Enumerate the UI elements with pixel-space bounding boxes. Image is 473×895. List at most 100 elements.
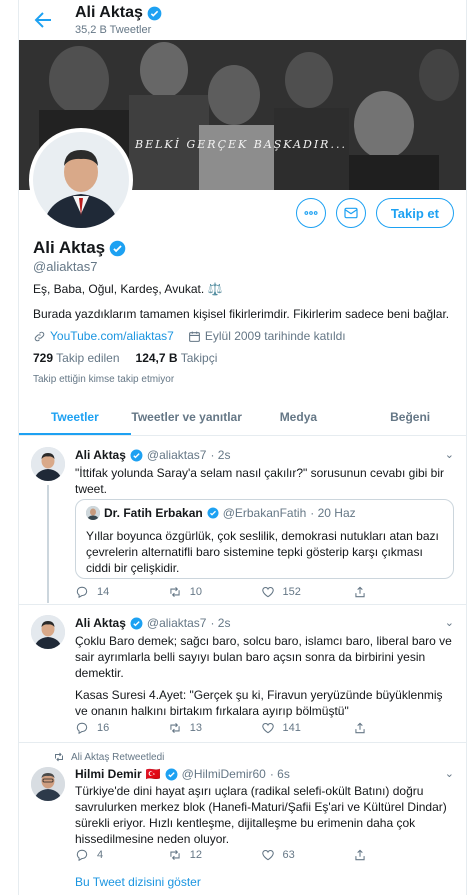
- tweet-author-handle[interactable]: @HilmiDemir60: [182, 767, 266, 781]
- reply-count: 14: [97, 586, 110, 598]
- retweet-count: 10: [189, 586, 202, 598]
- following-count[interactable]: 729 Takip edilen: [33, 351, 120, 365]
- tweet-avatar[interactable]: [31, 767, 65, 801]
- reply-button[interactable]: 14: [75, 585, 168, 599]
- retweet-button[interactable]: 13: [168, 721, 261, 735]
- reply-icon: [76, 586, 88, 599]
- reply-icon: [76, 849, 88, 862]
- tweet-actions: 16 13 141: [75, 721, 446, 735]
- tweet-header: Hilmi Demir 🇹🇷 @HilmiDemir60 · 6s: [75, 767, 290, 781]
- profile-handle: @aliaktas7: [33, 259, 98, 274]
- tweet-time[interactable]: · 2s: [210, 616, 230, 630]
- verified-badge-icon: [207, 507, 219, 519]
- heart-icon: [261, 723, 274, 734]
- verified-badge-icon: [147, 6, 162, 20]
- tab-tweets[interactable]: Tweetler: [19, 402, 131, 435]
- tweet-text: Türkiye'de dini hayat aşırı uçlara (radi…: [75, 784, 447, 846]
- profile-name-text: Ali Aktaş: [33, 238, 106, 257]
- like-button[interactable]: 63: [261, 848, 354, 862]
- tweet-time[interactable]: · 2s: [210, 448, 230, 462]
- tweet-time[interactable]: · 6s: [270, 767, 290, 781]
- profile-meta: YouTube.com/aliaktas7 Eylül 2009 tarihin…: [33, 329, 346, 343]
- tweet-author-name[interactable]: Hilmi Demir: [75, 767, 142, 781]
- profile-counts: 729 Takip edilen 124,7 B Takipçi: [33, 351, 217, 365]
- reply-count: 16: [97, 722, 110, 734]
- turkey-flag-icon: 🇹🇷: [145, 767, 161, 781]
- share-button[interactable]: [353, 721, 446, 735]
- tweet-avatar[interactable]: [31, 615, 65, 649]
- tweet[interactable]: Ali Aktaş @aliaktas7 · 2s ⌄ Çoklu Baro d…: [19, 605, 466, 743]
- profile-actions: Takip et: [295, 198, 454, 228]
- tab-likes[interactable]: Beğeni: [354, 402, 466, 435]
- tweet[interactable]: Ali Aktaş Retweetledi Hilmi Demir 🇹🇷 @Hi…: [19, 743, 466, 895]
- profile-joined: Eylül 2009 tarihinde katıldı: [188, 329, 346, 343]
- chevron-down-icon[interactable]: ⌄: [445, 616, 454, 629]
- retweet-icon: [55, 752, 63, 762]
- retweet-label-text[interactable]: Ali Aktaş Retweetledi: [71, 752, 164, 763]
- more-button[interactable]: [295, 198, 326, 228]
- share-button[interactable]: [353, 585, 446, 599]
- profile-website-link[interactable]: YouTube.com/aliaktas7: [50, 329, 174, 343]
- reply-button[interactable]: 16: [75, 721, 168, 735]
- more-dots-icon: [304, 211, 318, 215]
- followed-by-note: Takip ettiğin kimse takip etmiyor: [33, 374, 175, 385]
- like-count: 63: [282, 849, 295, 861]
- followers-number: 124,7 B: [135, 351, 178, 365]
- tweet-author-name[interactable]: Ali Aktaş: [75, 448, 126, 462]
- tab-tweets-and-replies[interactable]: Tweetler ve yanıtlar: [131, 402, 243, 435]
- like-count: 141: [282, 722, 301, 734]
- tweet-author-name[interactable]: Ali Aktaş: [75, 616, 126, 630]
- followers-count[interactable]: 124,7 B Takipçi: [136, 351, 218, 365]
- tweet-actions: 4 12 63: [75, 848, 446, 862]
- reply-button[interactable]: 4: [75, 848, 168, 862]
- tweet-header: Ali Aktaş @aliaktas7 · 2s: [75, 448, 230, 462]
- retweet-button[interactable]: 10: [168, 585, 261, 599]
- back-arrow-icon[interactable]: [31, 8, 55, 32]
- quoted-tweet-text: Yıllar boyunca özgürlük, çok seslilik, d…: [86, 529, 439, 575]
- quoted-tweet[interactable]: Dr. Fatih Erbakan @ErbakanFatih · 20 Haz…: [75, 499, 454, 579]
- avatar-photo: [33, 132, 129, 228]
- header-tweet-count: 35,2 B Tweetler: [75, 24, 152, 36]
- tweet-avatar-photo: [31, 615, 65, 649]
- verified-badge-icon: [109, 240, 126, 256]
- retweet-count: 13: [189, 722, 202, 734]
- share-button[interactable]: [353, 848, 446, 862]
- quoted-tweet-header: Dr. Fatih Erbakan @ErbakanFatih · 20 Haz: [86, 506, 356, 520]
- tweet-author-handle[interactable]: @aliaktas7: [147, 616, 207, 630]
- tweet-text: Çoklu Baro demek; sağcı baro, solcu baro…: [75, 634, 452, 680]
- tweet-avatar[interactable]: [31, 447, 65, 481]
- quoted-tweet-time: · 20 Haz: [310, 506, 356, 520]
- like-button[interactable]: 141: [261, 721, 354, 735]
- chevron-down-icon[interactable]: ⌄: [445, 767, 454, 780]
- header-name: Ali Aktaş: [75, 4, 162, 22]
- verified-badge-icon: [130, 449, 143, 461]
- profile-website[interactable]: YouTube.com/aliaktas7: [33, 329, 174, 343]
- link-icon: [34, 331, 45, 341]
- quoted-author-name: Dr. Fatih Erbakan: [104, 506, 203, 520]
- tweet-author-handle[interactable]: @aliaktas7: [147, 448, 207, 462]
- envelope-icon: [344, 207, 358, 219]
- profile-bio-line1: Eş, Baba, Oğul, Kardeş, Avukat. ⚖️: [33, 282, 223, 296]
- tab-media[interactable]: Medya: [243, 402, 355, 435]
- profile-tabs: Tweetler Tweetler ve yanıtlar Medya Beğe…: [19, 402, 466, 436]
- chevron-down-icon[interactable]: ⌄: [445, 448, 454, 461]
- following-label: Takip edilen: [56, 351, 120, 365]
- header-name-text: Ali Aktaş: [75, 4, 143, 21]
- retweet-icon: [170, 722, 180, 734]
- following-number: 729: [33, 351, 54, 365]
- heart-icon: [261, 587, 274, 598]
- tweet[interactable]: Ali Aktaş @aliaktas7 · 2s ⌄ "İttifak yol…: [19, 437, 466, 605]
- quoted-avatar: [86, 506, 100, 520]
- profile-avatar[interactable]: [29, 128, 133, 232]
- retweet-icon: [170, 849, 180, 861]
- profile-bio-line2: Burada yazdıklarım tamamen kişisel fikir…: [33, 307, 450, 321]
- follow-button[interactable]: Takip et: [375, 198, 454, 228]
- message-button[interactable]: [335, 198, 366, 228]
- like-button[interactable]: 152: [261, 585, 354, 599]
- tweet-avatar-photo: [31, 447, 65, 481]
- reply-count: 4: [97, 849, 104, 861]
- retweet-label: Ali Aktaş Retweetledi: [53, 751, 164, 763]
- retweet-button[interactable]: 12: [168, 848, 261, 862]
- show-thread-link[interactable]: Bu Tweet dizisini göster: [75, 875, 201, 889]
- tweet-avatar-photo: [31, 767, 65, 801]
